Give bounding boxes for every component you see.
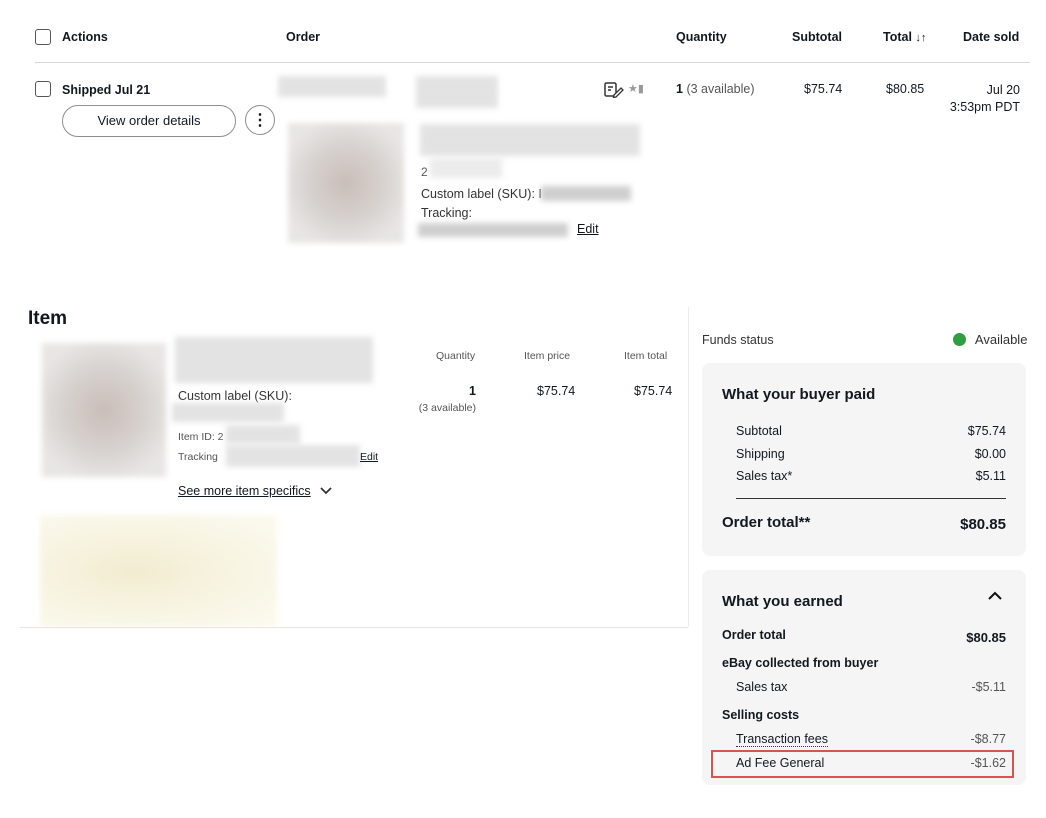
see-more-item-specifics[interactable]: See more item specifics xyxy=(178,484,332,498)
order-date: Jul 20 3:53pm PDT xyxy=(930,82,1020,116)
buyer-paid-shipping-value: $0.00 xyxy=(974,447,1006,461)
header-quantity: Quantity xyxy=(676,30,727,44)
order-tracking-label: Tracking: xyxy=(421,206,472,220)
header-divider xyxy=(35,62,1030,63)
item-tracking-label: Tracking xyxy=(178,451,218,463)
order-subtotal: $75.74 xyxy=(804,82,843,96)
select-all-checkbox[interactable] xyxy=(35,29,51,45)
item-col-quantity: Quantity xyxy=(436,350,476,362)
item-id: Item ID: 2 xyxy=(178,431,224,443)
header-subtotal: Subtotal xyxy=(792,30,842,44)
sort-icon: ↓↑ xyxy=(915,32,927,44)
blurred-notice-banner xyxy=(40,515,277,627)
transaction-fees-value: -$8.77 xyxy=(970,732,1006,746)
redacted-item-title-2 xyxy=(175,337,373,383)
redacted-item-title xyxy=(420,124,640,156)
item-section-title: Item xyxy=(28,308,68,329)
buyer-paid-title: What your buyer paid xyxy=(722,386,876,403)
redacted-item-tracking xyxy=(226,445,360,467)
ad-fee-value: -$1.62 xyxy=(970,756,1006,770)
earned-collapse-button[interactable] xyxy=(988,588,1008,608)
order-tracking-edit-link[interactable]: Edit xyxy=(577,222,599,236)
transaction-fees-label-text: Transaction fees xyxy=(736,732,828,747)
redacted-item-number xyxy=(430,158,502,178)
row-checkbox[interactable] xyxy=(35,81,51,97)
available-dot-icon xyxy=(953,333,966,346)
chevron-up-icon xyxy=(988,591,1002,600)
redacted-buyer xyxy=(278,76,386,97)
ad-fee-label: Ad Fee General xyxy=(736,756,825,770)
buyer-paid-order-total-label: Order total** xyxy=(722,514,811,531)
funds-status: Available xyxy=(953,332,1027,347)
item-section-divider xyxy=(20,627,688,628)
redacted-item-id xyxy=(226,425,300,444)
see-more-item-specifics-label: See more item specifics xyxy=(178,484,311,498)
item-col-total: Item total xyxy=(624,350,668,362)
header-total-sort[interactable]: Total ↓↑ xyxy=(883,30,926,44)
transaction-fees-label[interactable]: Transaction fees xyxy=(736,732,828,747)
item-number-prefix: 2 xyxy=(421,165,428,179)
chevron-down-icon xyxy=(320,484,332,498)
header-total-label: Total xyxy=(883,30,912,44)
buyer-paid-sales-tax-label: Sales tax* xyxy=(736,469,793,483)
ebay-collected-label: eBay collected from buyer xyxy=(722,656,879,670)
more-vertical-icon: ⋮ xyxy=(252,112,268,129)
selling-costs-label: Selling costs xyxy=(722,708,800,722)
more-actions-button[interactable]: ⋮ xyxy=(245,105,275,135)
redacted-sku xyxy=(541,186,631,201)
header-date-sold: Date sold xyxy=(963,30,1020,44)
star-rating-icon[interactable]: ★▮ xyxy=(628,82,644,95)
buyer-paid-subtotal-label: Subtotal xyxy=(736,424,782,438)
order-status: Shipped Jul 21 xyxy=(62,83,151,97)
item-tracking-edit-link[interactable]: Edit xyxy=(360,451,378,463)
order-date-line1: Jul 20 xyxy=(986,83,1020,97)
item-quantity-value: 1 xyxy=(469,384,476,398)
item-custom-label: Custom label (SKU): xyxy=(178,389,292,403)
funds-status-label: Funds status xyxy=(702,333,774,347)
order-quantity: 1 (3 available) xyxy=(676,82,755,96)
vertical-divider xyxy=(688,307,689,627)
item-col-price: Item price xyxy=(524,350,571,362)
add-note-icon[interactable] xyxy=(604,82,624,101)
buyer-paid-order-total-value: $80.85 xyxy=(960,516,1006,533)
redacted-item-sku xyxy=(172,403,284,422)
order-date-line2: 3:53pm PDT xyxy=(949,100,1020,114)
item-price-value: $75.74 xyxy=(537,384,576,398)
header-order: Order xyxy=(286,30,321,44)
buyer-paid-shipping-label: Shipping xyxy=(736,447,785,461)
earned-order-total-value: $80.85 xyxy=(966,630,1006,645)
redacted-order-number xyxy=(416,76,498,108)
order-custom-label: Custom label (SKU): I xyxy=(421,187,542,201)
earned-title: What you earned xyxy=(722,593,843,610)
redacted-tracking xyxy=(418,223,568,237)
order-item-thumbnail[interactable] xyxy=(288,123,404,243)
earned-order-total-label: Order total xyxy=(722,628,786,642)
order-total: $80.85 xyxy=(886,82,925,96)
item-quantity-available: (3 available) xyxy=(418,402,476,414)
item-total-value: $75.74 xyxy=(634,384,673,398)
header-actions: Actions xyxy=(62,30,108,44)
buyer-paid-sales-tax-value: $5.11 xyxy=(975,469,1006,483)
view-order-details-button[interactable]: View order details xyxy=(62,105,236,137)
buyer-paid-subtotal-value: $75.74 xyxy=(967,424,1006,438)
buyer-paid-divider xyxy=(736,498,1006,499)
order-quantity-available: (3 available) xyxy=(686,82,755,96)
earned-sales-tax-label: Sales tax xyxy=(736,680,788,694)
funds-status-value: Available xyxy=(974,332,1028,347)
earned-sales-tax-value: -$5.11 xyxy=(971,680,1006,694)
order-quantity-value: 1 xyxy=(676,82,683,96)
item-thumbnail[interactable] xyxy=(42,343,166,477)
